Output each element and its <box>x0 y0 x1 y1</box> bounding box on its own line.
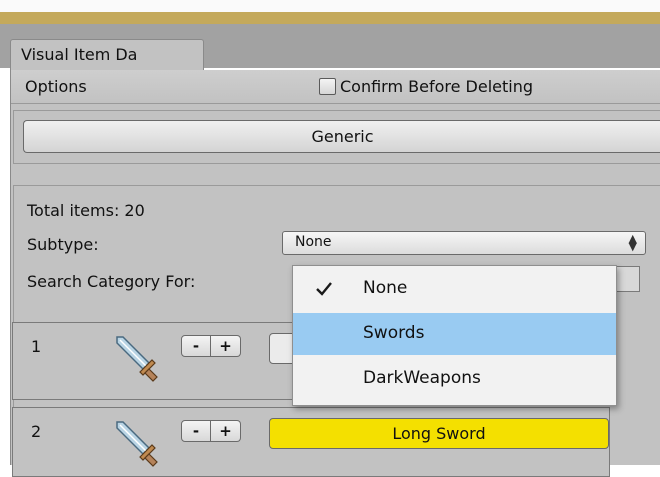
increment-button[interactable]: + <box>211 335 241 357</box>
sword-icon <box>116 336 158 382</box>
dropdown-option-label: Swords <box>363 323 425 343</box>
checkmark-icon <box>316 282 332 296</box>
subtype-dropdown-menu: None Swords DarkWeapons <box>292 265 617 406</box>
window-tab-title: Visual Item Da <box>21 45 138 64</box>
subtype-label: Subtype: <box>27 235 99 254</box>
options-row: Options Confirm Before Deleting <box>11 70 660 104</box>
confirm-checkbox[interactable] <box>319 78 336 95</box>
accent-bar <box>0 12 660 24</box>
subtype-select[interactable]: None ▲ ▼ <box>282 231 646 255</box>
options-label: Options <box>25 77 87 96</box>
confirm-label: Confirm Before Deleting <box>340 77 534 96</box>
quantity-stepper: - + <box>181 420 241 442</box>
subtype-select-value: None <box>295 234 332 250</box>
item-row-2: 2 - + Long Sword <box>12 407 610 477</box>
window-tab[interactable]: Visual Item Da <box>10 39 204 71</box>
item-name-button[interactable]: Long Sword <box>269 418 609 449</box>
dropdown-option-none[interactable]: None <box>293 268 616 310</box>
increment-button[interactable]: + <box>211 420 241 442</box>
decrement-button[interactable]: - <box>181 335 211 357</box>
dropdown-option-swords[interactable]: Swords <box>293 313 616 355</box>
quantity-stepper: - + <box>181 335 241 357</box>
item-index: 1 <box>31 337 42 356</box>
sword-icon <box>116 421 158 467</box>
select-arrows-icon: ▲ ▼ <box>628 232 637 253</box>
dropdown-option-darkweapons[interactable]: DarkWeapons <box>293 358 616 400</box>
total-items-label: Total items: 20 <box>27 201 145 220</box>
generic-category-button[interactable]: Generic <box>23 120 660 153</box>
item-index: 2 <box>31 422 42 441</box>
search-category-label: Search Category For: <box>27 272 196 291</box>
dropdown-option-label: None <box>363 278 408 298</box>
decrement-button[interactable]: - <box>181 420 211 442</box>
confirm-before-deleting[interactable]: Confirm Before Deleting <box>319 77 533 96</box>
dropdown-option-label: DarkWeapons <box>363 368 481 388</box>
